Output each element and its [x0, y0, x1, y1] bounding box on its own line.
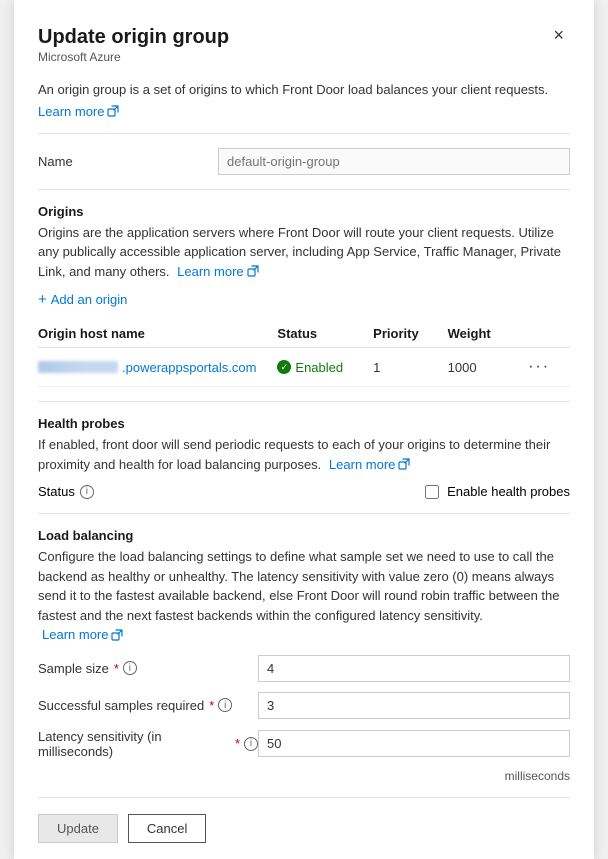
status-field: Status i: [38, 484, 94, 499]
origins-table: Origin host name Status Priority Weight …: [38, 320, 570, 387]
health-probes-description: If enabled, front door will send periodi…: [38, 435, 570, 474]
close-button[interactable]: ×: [547, 24, 570, 46]
intro-learn-more-link[interactable]: Learn more: [38, 104, 119, 119]
load-balancing-external-link-icon: [111, 629, 123, 641]
load-balancing-description: Configure the load balancing settings to…: [38, 547, 570, 645]
status-check-icon: ✓: [277, 360, 291, 374]
title-block: Update origin group Microsoft Azure: [38, 24, 229, 78]
load-balancing-title: Load balancing: [38, 528, 570, 543]
origin-actions-cell: ···: [522, 348, 570, 387]
origins-external-link-icon: [247, 265, 259, 277]
more-actions-button[interactable]: ···: [522, 356, 556, 378]
col-priority: Priority: [373, 320, 447, 348]
col-host-name: Origin host name: [38, 320, 277, 348]
add-origin-button[interactable]: + Add an origin: [38, 287, 127, 312]
content-area: An origin group is a set of origins to w…: [38, 80, 570, 797]
successful-samples-row: Successful samples required * i: [38, 692, 570, 719]
sample-size-label: Sample size * i: [38, 661, 258, 676]
table-row: .powerappsportals.com ✓ Enabled 1 1000 ·…: [38, 348, 570, 387]
host-name-value: .powerappsportals.com: [38, 360, 269, 375]
panel-title: Update origin group: [38, 24, 229, 50]
sample-size-required: *: [114, 661, 119, 676]
enable-health-probes-row: Enable health probes: [425, 484, 570, 499]
latency-required: *: [235, 736, 240, 751]
status-label: Status: [38, 484, 75, 499]
health-probes-external-link-icon: [398, 458, 410, 470]
panel-header: Update origin group Microsoft Azure ×: [38, 24, 570, 78]
latency-info-icon[interactable]: i: [244, 737, 258, 751]
divider-1: [38, 133, 570, 134]
update-origin-group-panel: Update origin group Microsoft Azure × An…: [14, 0, 594, 859]
col-weight: Weight: [448, 320, 522, 348]
sample-size-input[interactable]: [258, 655, 570, 682]
enable-health-probes-checkbox[interactable]: [425, 485, 439, 499]
intro-description: An origin group is a set of origins to w…: [38, 80, 570, 100]
origins-description: Origins are the application servers wher…: [38, 223, 570, 282]
col-actions: [522, 320, 570, 348]
blurred-host-prefix: [38, 361, 118, 373]
name-label: Name: [38, 154, 218, 169]
successful-samples-required: *: [209, 698, 214, 713]
origin-priority-cell: 1: [373, 348, 447, 387]
status-info-icon[interactable]: i: [80, 485, 94, 499]
latency-input[interactable]: [258, 730, 570, 757]
health-probes-status-row: Status i Enable health probes: [38, 484, 570, 499]
plus-icon: +: [38, 291, 47, 308]
successful-samples-info-icon[interactable]: i: [218, 698, 232, 712]
enable-health-probes-label: Enable health probes: [447, 484, 570, 499]
origin-weight-cell: 1000: [448, 348, 522, 387]
update-button[interactable]: Update: [38, 814, 118, 843]
origins-learn-more-link[interactable]: Learn more: [177, 262, 258, 282]
external-link-icon: [107, 105, 119, 117]
latency-row: Latency sensitivity (in milliseconds) * …: [38, 729, 570, 759]
successful-samples-label: Successful samples required * i: [38, 698, 258, 713]
sample-size-row: Sample size * i: [38, 655, 570, 682]
load-balancing-learn-more-link[interactable]: Learn more: [42, 625, 123, 645]
cancel-button[interactable]: Cancel: [128, 814, 206, 843]
panel-subtitle: Microsoft Azure: [38, 50, 229, 64]
load-balancing-fields: Sample size * i Successful samples requi…: [38, 655, 570, 783]
origins-section-title: Origins: [38, 204, 570, 219]
origin-status-cell: ✓ Enabled: [277, 348, 373, 387]
milliseconds-label: milliseconds: [38, 769, 570, 783]
divider-4: [38, 513, 570, 514]
health-probes-learn-more-link[interactable]: Learn more: [329, 455, 410, 475]
table-header-row: Origin host name Status Priority Weight: [38, 320, 570, 348]
sample-size-info-icon[interactable]: i: [123, 661, 137, 675]
status-enabled: ✓ Enabled: [277, 360, 365, 375]
divider-2: [38, 189, 570, 190]
name-field-row: Name: [38, 148, 570, 175]
origin-host-cell: .powerappsportals.com: [38, 348, 277, 387]
latency-label: Latency sensitivity (in milliseconds) * …: [38, 729, 258, 759]
health-probes-title: Health probes: [38, 416, 570, 431]
name-input[interactable]: [218, 148, 570, 175]
divider-3: [38, 401, 570, 402]
col-status: Status: [277, 320, 373, 348]
footer: Update Cancel: [38, 797, 570, 859]
successful-samples-input[interactable]: [258, 692, 570, 719]
